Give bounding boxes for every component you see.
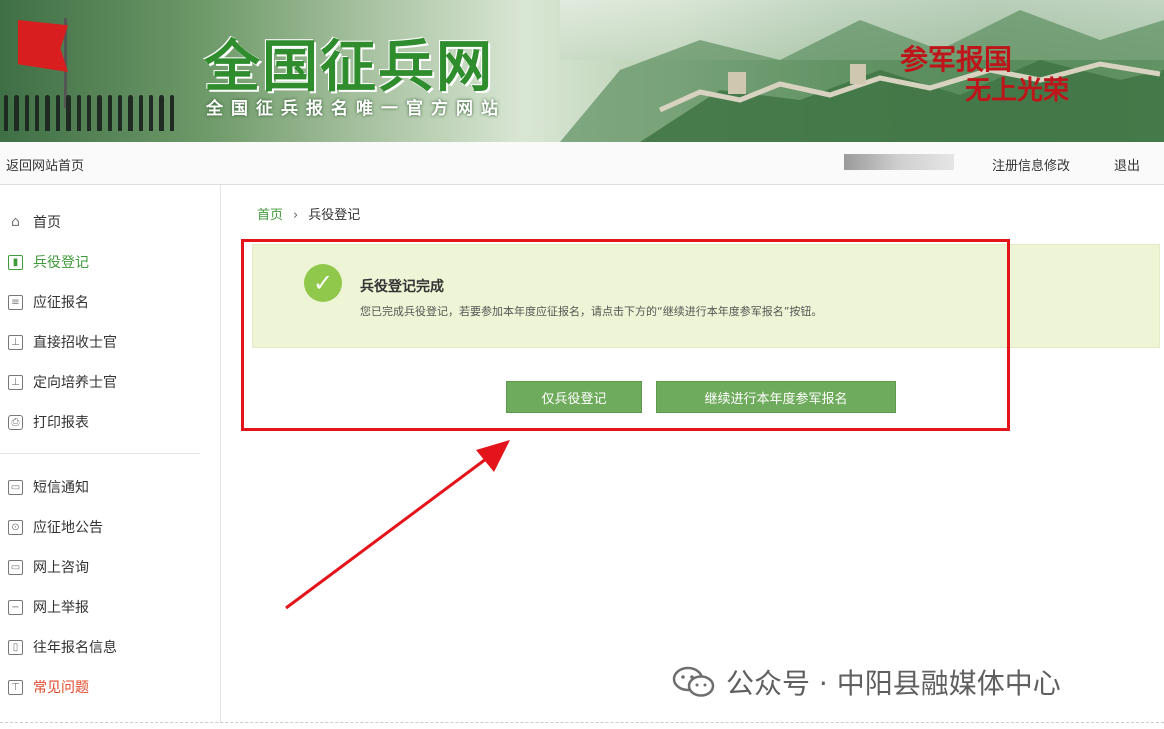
message-icon: ▭ [8,479,23,495]
sidebar-item-home[interactable]: ⌂ 首页 [8,211,61,233]
username-blurred [844,154,954,170]
sidebar-item-enlistment[interactable]: ≡ 应征报名 [8,291,89,313]
sidebar-item-military-registration[interactable]: ▮ 兵役登记 [8,251,89,273]
slogan-bottom: 无上光荣 [965,76,1070,106]
logout-link[interactable]: 退出 [1114,155,1140,174]
faq-icon: ⊤ [8,679,23,695]
sidebar-item-sms[interactable]: ▭ 短信通知 [8,476,89,498]
form-icon: ⊥ [8,374,23,390]
sidebar-item-label: 短信通知 [33,480,89,496]
pointer-arrow-icon [285,440,510,610]
top-nav-bar: 返回网站首页 注册信息修改 退出 [0,142,1164,185]
site-subtitle: 全国征兵报名唯一官方网站 [206,99,506,119]
watermark: 公众号 · 中阳县融媒体中心 [672,662,1061,702]
sidebar-item-label: 应征地公告 [33,520,103,536]
sidebar-item-label: 网上举报 [33,600,89,616]
return-home-link[interactable]: 返回网站首页 [6,155,84,174]
sidebar-item-label: 常见问题 [33,680,89,696]
sidebar-item-history[interactable]: ▯ 往年报名信息 [8,636,117,658]
breadcrumb-home-link[interactable]: 首页 [257,208,283,223]
sidebar-item-label: 首页 [33,215,61,231]
sidebar-item-label: 直接招收士官 [33,335,117,351]
notice-icon: ⊙ [8,519,23,535]
sidebar-divider [0,453,200,454]
breadcrumb-separator: › [293,208,299,223]
watermark-text: 公众号 · 中阳县融媒体中心 [726,667,1061,700]
sidebar-item-label: 网上咨询 [33,560,89,576]
sidebar-item-label: 应征报名 [33,295,89,311]
wechat-icon [672,666,715,697]
sidebar-item-label: 兵役登记 [33,255,89,271]
sidebar: ⌂ 首页 ▮ 兵役登记 ≡ 应征报名 ⊥ 直接招收士官 ⊥ 定向培养士官 ⎙ 打… [0,185,221,723]
form-icon: ≡ [8,294,23,310]
sidebar-item-report[interactable]: − 网上举报 [8,596,89,618]
sidebar-item-print[interactable]: ⎙ 打印报表 [8,411,89,433]
breadcrumb-current: 兵役登记 [308,208,361,223]
home-icon: ⌂ [11,214,20,230]
printer-icon: ⎙ [8,414,23,430]
site-banner: 全国征兵网 全国征兵报名唯一官方网站 参军报国 无上光荣 [0,0,1164,142]
chat-icon: ▭ [8,559,23,575]
flag-icon [18,20,68,72]
site-title: 全国征兵网 [204,35,494,100]
sidebar-item-announcement[interactable]: ⊙ 应征地公告 [8,516,103,538]
breadcrumb: 首页 › 兵役登记 [257,204,360,223]
sidebar-item-label: 定向培养士官 [33,375,117,391]
highlight-box [241,239,1010,431]
report-icon: − [8,599,23,615]
edit-registration-link[interactable]: 注册信息修改 [992,155,1070,174]
sidebar-item-direct-nco[interactable]: ⊥ 直接招收士官 [8,331,117,353]
sidebar-item-label: 打印报表 [33,415,89,431]
sidebar-item-faq[interactable]: ⊤ 常见问题 [8,676,89,698]
history-icon: ▯ [8,639,23,655]
soldiers-illustration [0,95,175,135]
form-icon: ⊥ [8,334,23,350]
sidebar-item-consult[interactable]: ▭ 网上咨询 [8,556,89,578]
register-icon: ▮ [8,254,23,270]
sidebar-item-label: 往年报名信息 [33,640,117,656]
sidebar-item-directed-nco[interactable]: ⊥ 定向培养士官 [8,371,117,393]
